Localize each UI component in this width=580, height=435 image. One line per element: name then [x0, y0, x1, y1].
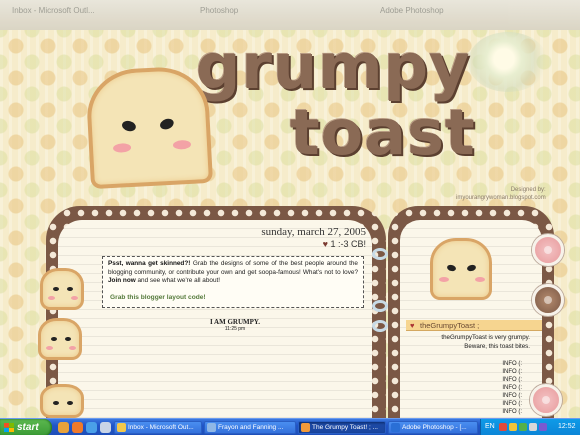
background-tab: Photoshop [200, 6, 239, 15]
task-grumpy-toast[interactable]: The Grumpy Toast! ; ... [298, 421, 386, 434]
tray-icon[interactable] [509, 423, 517, 431]
notice-tail: and see what we're all about! [137, 277, 221, 285]
grab-layout-link[interactable]: Grab this blogger layout code! [110, 294, 206, 301]
toast-cheek [439, 277, 449, 282]
window-icon [207, 423, 216, 432]
designer-credit: Designed by: imyourangrywoman.blogspot.c… [456, 186, 546, 202]
binder-ring [372, 300, 388, 312]
task-label: The Grumpy Toast! ; ... [312, 424, 378, 431]
clock: 12:52 [558, 423, 576, 430]
toast-cheek [71, 296, 78, 300]
background-tab: Inbox - Microsoft Outl... [12, 6, 95, 15]
task-label: Adobe Photoshop - [... [402, 424, 467, 431]
tray-icon[interactable] [499, 423, 507, 431]
toast-eye [466, 263, 477, 273]
tray-icon[interactable] [539, 423, 547, 431]
heart-icon: ♥ [322, 239, 328, 249]
windows-logo-icon [4, 423, 14, 432]
toast-cheek [112, 142, 132, 153]
nav-button-brown[interactable] [532, 284, 564, 316]
sidebar-title: ♥ theGrumpyToast ; [406, 320, 542, 331]
tray-icon[interactable] [529, 423, 537, 431]
mini-toast-3 [40, 384, 84, 418]
toast-eye [53, 287, 59, 291]
desktop: Inbox - Microsoft Outl... Photoshop Adob… [0, 0, 580, 435]
task-label: Frayon and Fanning ... [218, 424, 284, 431]
mini-toast-1 [40, 268, 84, 310]
comment-count-label: 1 :-3 CB! [330, 239, 366, 249]
sidebar-info-item[interactable]: INFO (: [470, 400, 522, 408]
sidebar-description-line: theGrumpyToast is very grumpy. [441, 334, 530, 341]
photoshop-icon [391, 423, 400, 432]
task-label: Inbox - Microsoft Out... [128, 424, 194, 431]
windows-taskbar: start Inbox - Microsoft Out... Frayon an… [0, 418, 580, 435]
flower-decoration [468, 32, 548, 92]
blog-title-line-2: toast [290, 96, 476, 169]
sidebar-info-item[interactable]: INFO (: [470, 408, 522, 416]
system-tray: EN 12:52 [480, 419, 580, 435]
sidebar-info-item[interactable]: INFO (: [470, 360, 522, 368]
toast-eye [65, 337, 71, 341]
firefox-icon [301, 423, 310, 432]
designer-credit-link[interactable]: imyourangrywoman.blogspot.com [456, 194, 546, 202]
toast-cheek [48, 296, 55, 300]
toast-cheek [172, 139, 192, 150]
toast-cheek [69, 346, 76, 350]
sidebar-info-item[interactable]: INFO (: [470, 376, 522, 384]
toast-eye [67, 287, 73, 291]
comment-count[interactable]: ♥ 1 :-3 CB! [240, 239, 366, 249]
ie-icon[interactable] [86, 422, 97, 433]
binder-ring [372, 320, 388, 332]
sidebar-info-item[interactable]: INFO (: [470, 368, 522, 376]
task-frayon[interactable]: Frayon and Fanning ... [204, 421, 296, 434]
post-time: 11:25 pm [224, 326, 246, 332]
grumpy-toast-mascot [84, 64, 214, 190]
sidebar-toast-avatar [430, 238, 492, 300]
heart-icon: ♥ [410, 321, 415, 330]
binder-ring [372, 248, 388, 260]
sidebar-info-item[interactable]: INFO (: [470, 384, 522, 392]
task-outlook[interactable]: Inbox - Microsoft Out... [114, 421, 202, 434]
toast-eye [53, 401, 59, 405]
toast-cheek [46, 346, 53, 350]
tray-icon[interactable] [519, 423, 527, 431]
start-button[interactable]: start [0, 419, 52, 435]
quicklaunch-icon[interactable] [58, 422, 69, 433]
notice-lead: Psst, wanna get skinned?! [108, 260, 191, 267]
background-window-strip: Inbox - Microsoft Outl... Photoshop Adob… [0, 0, 580, 30]
toast-eye [446, 263, 457, 273]
toast-eye [67, 401, 73, 405]
language-indicator[interactable]: EN [485, 423, 495, 430]
mini-toast-2 [38, 318, 82, 360]
nav-button-pink-bottom[interactable] [530, 384, 562, 416]
sidebar-info-item[interactable]: INFO (: [470, 392, 522, 400]
sidebar-title-text: theGrumpyToast ; [420, 321, 480, 330]
start-label: start [17, 422, 39, 433]
toast-eye [51, 337, 57, 341]
toast-left-eye [120, 119, 137, 133]
blog-title-line-1: grumpy [196, 30, 471, 103]
show-desktop-icon[interactable] [100, 422, 111, 433]
toast-right-eye [158, 116, 176, 132]
join-now-link[interactable]: Join now [108, 277, 136, 284]
nav-button-pink[interactable] [532, 234, 564, 266]
designer-credit-label: Designed by: [510, 187, 546, 193]
firefox-icon[interactable] [72, 422, 83, 433]
sidebar-description: theGrumpyToast is very grumpy. Beware, t… [408, 334, 530, 351]
toast-cheek [475, 277, 485, 282]
sidebar-description-line: Beware, this toast bites. [464, 342, 530, 350]
background-tab: Adobe Photoshop [380, 6, 444, 15]
task-photoshop[interactable]: Adobe Photoshop - [... [388, 421, 478, 434]
outlook-icon [117, 423, 126, 432]
post-date: sunday, march 27, 2005 [261, 226, 366, 238]
